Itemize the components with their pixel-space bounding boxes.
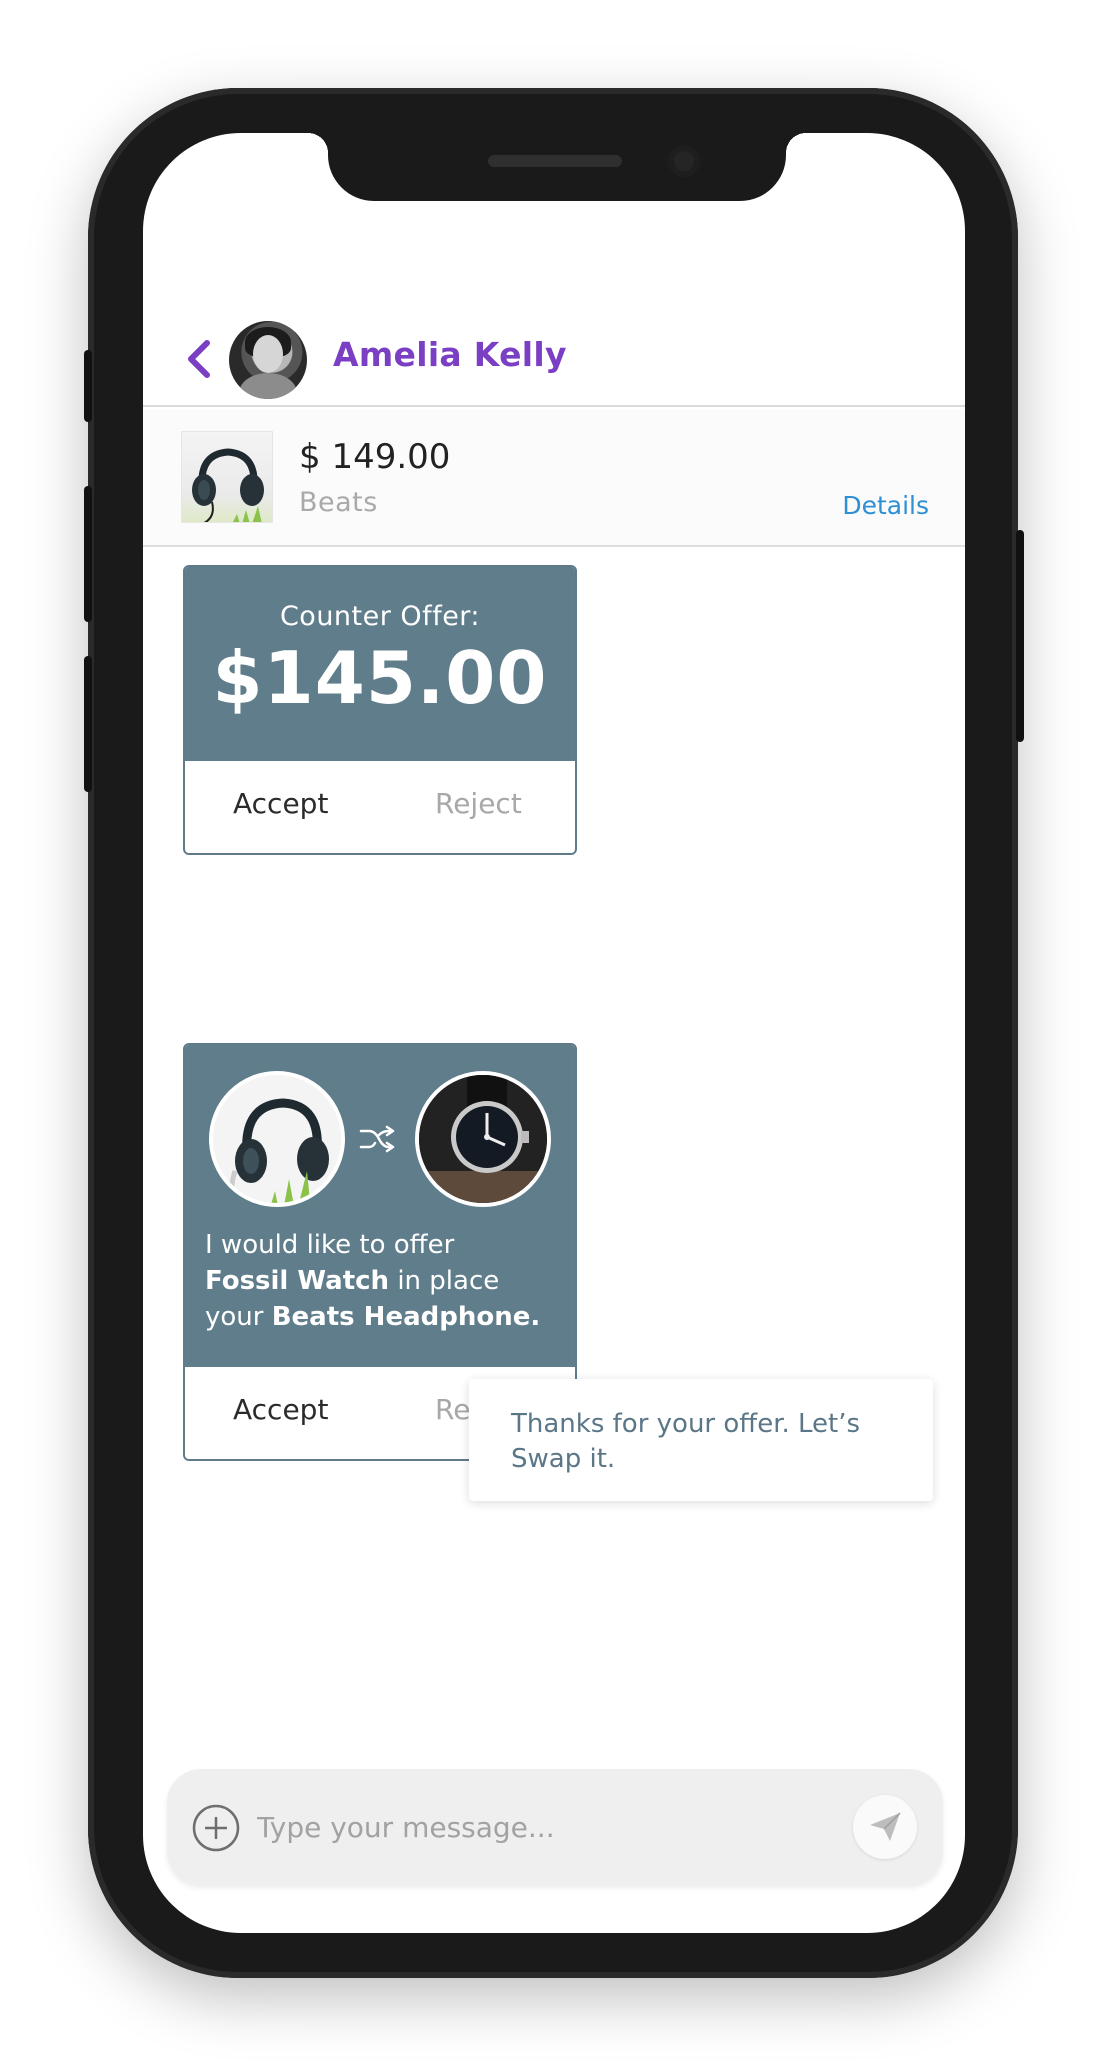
shuffle-icon [359,1125,395,1153]
watch-image[interactable] [415,1071,551,1207]
plus-circle-icon[interactable] [191,1803,241,1853]
counter-offer-amount: $145.00 [212,636,548,720]
chat-header: Amelia Kelly [143,313,965,407]
mute-switch [84,350,92,422]
message-input[interactable] [257,1797,817,1857]
volume-down-button [84,656,92,792]
counter-offer-actions: Accept Reject [185,761,575,853]
power-button [1016,530,1024,742]
counter-offer-card: Counter Offer: $145.00 Accept Reject [183,565,577,855]
headphones-image[interactable] [209,1071,345,1207]
reply-message-bubble: Thanks for your offer. Let’s Swap it. [469,1379,933,1501]
send-icon [870,1812,901,1841]
front-camera [668,145,700,177]
product-bar: $ 149.00 Beats Details [143,409,965,547]
reply-message-text: Thanks for your offer. Let’s Swap it. [511,1409,861,1474]
product-price: $ 149.00 [299,437,451,477]
headphones-image[interactable] [181,431,273,523]
counter-offer-label: Counter Offer: [279,601,481,632]
volume-up-button [84,486,92,622]
accept-button[interactable]: Accept [233,1393,328,1426]
message-composer [167,1769,943,1885]
reject-button[interactable]: Reject [435,787,522,820]
speaker [488,155,622,167]
swap-offer-text: I would like to offer Fossil Watch in pl… [205,1230,541,1332]
contact-name[interactable]: Amelia Kelly [333,335,567,374]
chevron-left-icon[interactable] [179,335,219,383]
accept-button[interactable]: Accept [233,787,328,820]
counter-offer-header: Counter Offer: $145.00 [185,567,575,761]
phone-screen: Amelia Kelly $ 149.00 Beats Details Coun… [143,133,965,1933]
product-brand: Beats [299,487,378,518]
notch [308,133,806,201]
send-button[interactable] [853,1795,917,1859]
avatar[interactable] [229,321,307,399]
details-link[interactable]: Details [842,491,929,520]
swap-offer-body: I would like to offer Fossil Watch in pl… [185,1045,575,1367]
